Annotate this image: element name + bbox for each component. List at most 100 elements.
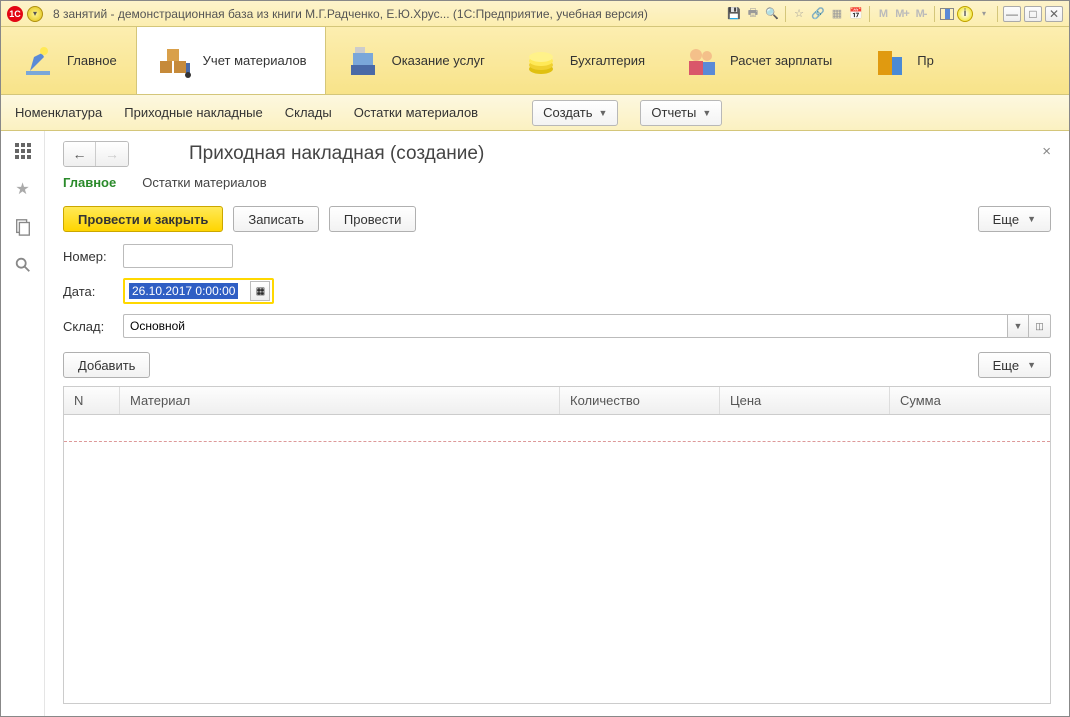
left-nav	[1, 131, 45, 716]
cmd-receipts[interactable]: Приходные накладные	[124, 105, 262, 120]
people-icon	[682, 42, 720, 80]
add-row-button[interactable]: Добавить	[63, 352, 150, 378]
materials-grid[interactable]: N Материал Количество Цена Сумма	[63, 386, 1051, 704]
separator	[869, 6, 870, 22]
ribbon-label: Оказание услуг	[392, 53, 485, 68]
boxes-icon	[155, 42, 193, 80]
save-icon[interactable]: 💾	[726, 6, 742, 22]
app-window: 1C ▾ 8 занятий - демонстрационная база и…	[0, 0, 1070, 717]
close-form-button[interactable]: ×	[1042, 143, 1051, 160]
warehouse-input[interactable]	[123, 314, 1007, 338]
warehouse-select[interactable]: ▼ ◫	[123, 314, 1051, 338]
ribbon-main[interactable]: Главное	[1, 27, 136, 94]
grid-body[interactable]	[64, 415, 1050, 703]
tab-main[interactable]: Главное	[63, 175, 116, 194]
m-plus-icon[interactable]: M+	[894, 6, 910, 22]
reports-dropdown[interactable]: Отчеты▼	[640, 100, 722, 126]
calendar-picker-icon[interactable]: ▦	[250, 281, 270, 301]
preview-icon[interactable]: 🔍	[764, 6, 780, 22]
separator	[997, 6, 998, 22]
favorite-icon[interactable]: ☆	[791, 6, 807, 22]
info-dropdown-icon[interactable]: ▾	[976, 6, 992, 22]
info-icon[interactable]: i	[957, 6, 973, 22]
page-title: Приходная накладная (создание)	[189, 143, 484, 165]
favorites-icon[interactable]	[13, 179, 33, 199]
table-more-button[interactable]: Еще▼	[978, 352, 1051, 378]
titlebar-right: 💾 🖶 🔍 ☆ 🔗 ▦ 📅 M M+ M- i ▾ — □ ✕	[726, 6, 1063, 22]
app-menu-dropdown[interactable]: ▾	[27, 6, 43, 22]
cmd-nomenclature[interactable]: Номенклатура	[15, 105, 102, 120]
m-minus-icon[interactable]: M-	[913, 6, 929, 22]
desk-lamp-icon	[19, 42, 57, 80]
caret-down-icon: ▼	[599, 108, 608, 118]
grid-insert-line	[64, 441, 1050, 442]
warehouse-label: Склад:	[63, 319, 113, 334]
caret-down-icon: ▼	[1027, 360, 1036, 370]
nav-row: ← → Приходная накладная (создание) ×	[63, 141, 1051, 167]
col-n[interactable]: N	[64, 387, 120, 414]
coins-icon	[522, 42, 560, 80]
ribbon-label: Главное	[67, 53, 117, 68]
ribbon-label: Пр	[917, 53, 934, 68]
ribbon-materials[interactable]: Учет материалов	[136, 27, 326, 94]
row-warehouse: Склад: ▼ ◫	[63, 314, 1051, 338]
link-icon[interactable]: 🔗	[810, 6, 826, 22]
ribbon-payroll[interactable]: Расчет зарплаты	[664, 27, 851, 94]
ribbon-enterprise[interactable]: Пр	[851, 27, 953, 94]
row-number: Номер:	[63, 244, 1051, 268]
form-toolbar: Провести и закрыть Записать Провести Еще…	[63, 206, 1051, 232]
more-button[interactable]: Еще▼	[978, 206, 1051, 232]
app-logo-icon: 1C	[7, 6, 23, 22]
panel-icon[interactable]	[940, 8, 954, 20]
window-title: 8 занятий - демонстрационная база из кни…	[53, 7, 648, 21]
print-icon[interactable]: 🖶	[745, 6, 761, 22]
row-date: Дата: 26.10.2017 0:00:00 ▦	[63, 278, 1051, 304]
calc-icon[interactable]: ▦	[829, 6, 845, 22]
content-area: ← → Приходная накладная (создание) × Гла…	[45, 131, 1069, 716]
col-sum[interactable]: Сумма	[890, 387, 1050, 414]
search-icon[interactable]	[13, 255, 33, 275]
titlebar: 1C ▾ 8 занятий - демонстрационная база и…	[1, 1, 1069, 27]
cash-register-icon	[344, 42, 382, 80]
cmd-warehouses[interactable]: Склады	[285, 105, 332, 120]
calendar-icon[interactable]: 📅	[848, 6, 864, 22]
grid-header: N Материал Количество Цена Сумма	[64, 387, 1050, 415]
maximize-button[interactable]: □	[1024, 6, 1042, 22]
number-input[interactable]	[123, 244, 233, 268]
ribbon-accounting[interactable]: Бухгалтерия	[504, 27, 664, 94]
number-label: Номер:	[63, 249, 113, 264]
close-button[interactable]: ✕	[1045, 6, 1063, 22]
open-ref-icon[interactable]: ◫	[1029, 314, 1051, 338]
command-bar: Номенклатура Приходные накладные Склады …	[1, 95, 1069, 131]
separator	[934, 6, 935, 22]
sections-menu-icon[interactable]	[13, 141, 33, 161]
cmd-balances[interactable]: Остатки материалов	[354, 105, 478, 120]
ribbon-label: Учет материалов	[203, 53, 307, 68]
col-price[interactable]: Цена	[720, 387, 890, 414]
m-icon[interactable]: M	[875, 6, 891, 22]
table-toolbar: Добавить Еще▼	[63, 352, 1051, 378]
form-fields: Номер: Дата: 26.10.2017 0:00:00 ▦ Склад:	[63, 244, 1051, 338]
building-icon	[869, 42, 907, 80]
date-label: Дата:	[63, 284, 113, 299]
date-input[interactable]: 26.10.2017 0:00:00 ▦	[123, 278, 274, 304]
form-tabs: Главное Остатки материалов	[63, 175, 1051, 194]
ribbon-label: Расчет зарплаты	[730, 53, 832, 68]
ribbon-services[interactable]: Оказание услуг	[326, 27, 504, 94]
nav-buttons: ← →	[63, 141, 129, 167]
col-material[interactable]: Материал	[120, 387, 560, 414]
nav-forward-button[interactable]: →	[96, 142, 128, 166]
caret-down-icon: ▼	[702, 108, 711, 118]
post-and-close-button[interactable]: Провести и закрыть	[63, 206, 223, 232]
date-value: 26.10.2017 0:00:00	[129, 283, 238, 299]
nav-back-button[interactable]: ←	[64, 142, 96, 166]
dropdown-icon[interactable]: ▼	[1007, 314, 1029, 338]
save-button[interactable]: Записать	[233, 206, 319, 232]
post-button[interactable]: Провести	[329, 206, 417, 232]
col-quantity[interactable]: Количество	[560, 387, 720, 414]
ribbon-label: Бухгалтерия	[570, 53, 645, 68]
history-icon[interactable]	[13, 217, 33, 237]
create-dropdown[interactable]: Создать▼	[532, 100, 618, 126]
minimize-button[interactable]: —	[1003, 6, 1021, 22]
tab-balances[interactable]: Остатки материалов	[142, 175, 266, 194]
